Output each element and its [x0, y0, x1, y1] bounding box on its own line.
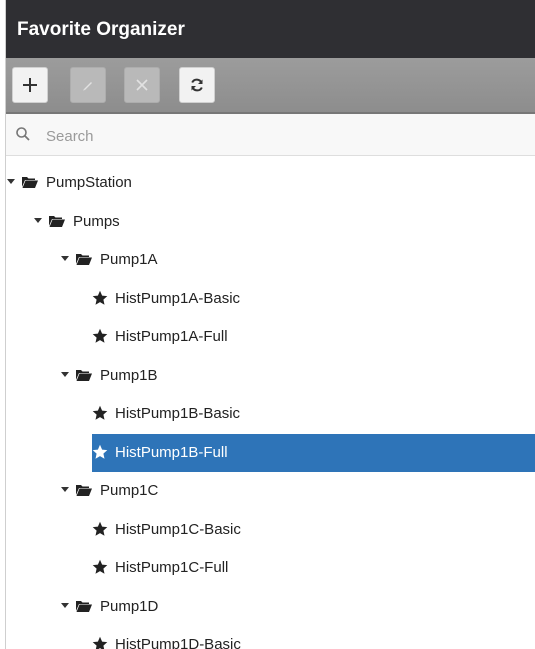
toolbar: [6, 58, 535, 114]
star-icon: [92, 521, 108, 541]
tree-folder-node[interactable]: PumpStation: [6, 164, 535, 202]
star-icon: [92, 290, 108, 310]
tree-favorite-node[interactable]: HistPump1B-Full: [92, 433, 535, 472]
tree-favorite-node[interactable]: HistPump1C-Full: [6, 549, 535, 587]
pencil-icon: [83, 82, 92, 91]
close-icon: [136, 79, 148, 91]
expand-caret-icon[interactable]: [61, 256, 69, 261]
add-button[interactable]: [12, 67, 48, 103]
folder-open-icon: [75, 368, 93, 386]
expand-caret-icon[interactable]: [61, 487, 69, 492]
window-title: Favorite Organizer: [6, 0, 535, 58]
tree-favorite-node[interactable]: HistPump1C-Basic: [6, 511, 535, 549]
tree-folder-node[interactable]: Pump1C: [6, 472, 535, 510]
tree-node-label: HistPump1A-Basic: [115, 289, 241, 307]
expand-caret-icon[interactable]: [61, 602, 69, 608]
tree-folder-node[interactable]: Pump1D: [6, 588, 535, 626]
tree-node-label: HistPump1B-Full: [115, 443, 228, 461]
star-icon: [92, 328, 108, 348]
delete-button[interactable]: [124, 67, 160, 103]
folder-open-icon: [75, 483, 93, 501]
tree-favorite-node[interactable]: HistPump1B-Basic: [6, 395, 535, 433]
expand-caret-icon[interactable]: [61, 371, 69, 377]
tree-favorite-node[interactable]: HistPump1A-Basic: [6, 280, 535, 318]
tree-folder-node[interactable]: Pump1A: [6, 241, 535, 279]
tree-node-label: Pump1A: [100, 251, 158, 268]
tree-node-label: HistPump1A-Full: [115, 328, 228, 345]
folder-open-icon: [48, 214, 66, 232]
search-bar: [6, 114, 535, 156]
edit-button[interactable]: [70, 67, 106, 103]
tree-node-label: HistPump1D-Basic: [115, 636, 241, 649]
tree-node-label: HistPump1B-Basic: [115, 405, 241, 422]
folder-open-icon: [75, 252, 93, 270]
tree-favorite-node[interactable]: HistPump1A-Full: [6, 318, 535, 356]
star-icon: [92, 405, 108, 425]
search-input[interactable]: [44, 122, 518, 150]
tree-folder-node[interactable]: Pumps: [6, 203, 535, 241]
tree-node-label: Pump1C: [100, 482, 159, 499]
expand-caret-icon[interactable]: [7, 179, 15, 184]
tree-node-label: HistPump1C-Basic: [115, 520, 241, 538]
star-icon: [92, 444, 108, 464]
tree-folder-node[interactable]: Pump1B: [6, 357, 535, 395]
tree-node-label: PumpStation: [46, 174, 132, 191]
expand-caret-icon[interactable]: [34, 217, 42, 223]
tree-node-label: HistPump1C-Full: [115, 559, 229, 576]
refresh-button[interactable]: [179, 67, 215, 103]
folder-open-icon: [75, 599, 93, 617]
tree-node-label: Pump1D: [100, 597, 159, 615]
star-icon: [92, 636, 108, 649]
folder-open-icon: [21, 175, 39, 193]
star-icon: [92, 559, 108, 579]
tree-node-label: Pumps: [73, 212, 120, 230]
tree-node-label: Pump1B: [100, 366, 158, 384]
search-icon: [16, 127, 30, 141]
plus-icon: [23, 78, 37, 92]
refresh-icon: [191, 78, 203, 92]
tree-favorite-node[interactable]: HistPump1D-Basic: [6, 626, 535, 649]
favorite-organizer-panel: Favorite Organizer Search PumpStation Pu…: [5, 0, 535, 649]
